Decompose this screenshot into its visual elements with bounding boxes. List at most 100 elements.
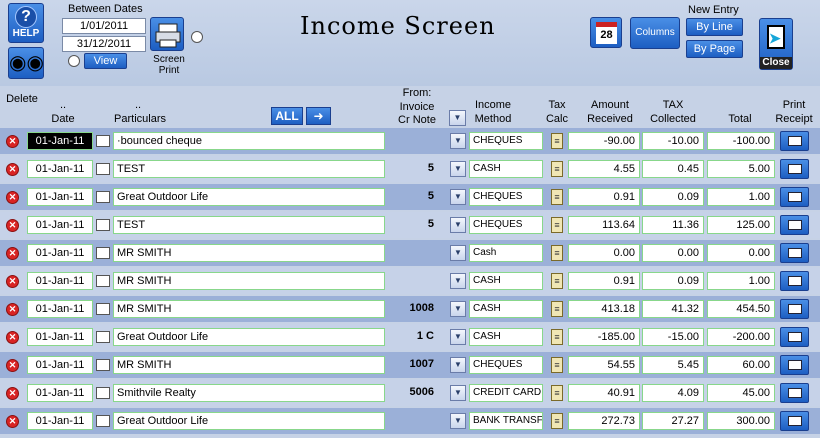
amount-received-field[interactable]: 0.00 [568, 244, 640, 262]
tax-collected-field[interactable]: -15.00 [642, 328, 704, 346]
calculator-icon[interactable]: ≡ [551, 161, 563, 177]
tax-collected-field[interactable]: 5.45 [642, 356, 704, 374]
screen-print-button[interactable] [150, 17, 184, 51]
close-button[interactable]: ➤ Close [759, 18, 793, 70]
calculator-icon[interactable]: ≡ [551, 301, 563, 317]
method-dropdown[interactable]: ▼ [450, 329, 466, 345]
tax-collected-field[interactable]: 11.36 [642, 216, 704, 234]
date-field[interactable]: 01-Jan-11 [27, 272, 93, 290]
total-field[interactable]: 300.00 [707, 412, 775, 430]
method-filter-dropdown[interactable]: ▼ [449, 110, 466, 126]
particulars-field[interactable]: Great Outdoor Life [113, 412, 385, 430]
delete-icon[interactable]: ✕ [6, 275, 19, 288]
amount-received-field[interactable]: 4.55 [568, 160, 640, 178]
income-method-field[interactable]: CHEQUES [469, 188, 543, 206]
method-dropdown[interactable]: ▼ [450, 189, 466, 205]
tax-collected-field[interactable]: 0.00 [642, 244, 704, 262]
calendar-picker-icon[interactable] [96, 387, 110, 399]
amount-received-field[interactable]: 113.64 [568, 216, 640, 234]
total-field[interactable]: 0.00 [707, 244, 775, 262]
income-method-field[interactable]: CASH [469, 272, 543, 290]
print-receipt-button[interactable] [780, 215, 809, 235]
income-method-field[interactable]: CHEQUES [469, 132, 543, 150]
calculator-icon[interactable]: ≡ [551, 217, 563, 233]
print-receipt-button[interactable] [780, 131, 809, 151]
date-field[interactable]: 01-Jan-11 [27, 132, 93, 150]
print-receipt-button[interactable] [780, 327, 809, 347]
tax-collected-field[interactable]: 27.27 [642, 412, 704, 430]
calendar-picker-icon[interactable] [96, 359, 110, 371]
print-receipt-button[interactable] [780, 383, 809, 403]
delete-icon[interactable]: ✕ [6, 359, 19, 372]
date-field[interactable]: 01-Jan-11 [27, 356, 93, 374]
calendar-picker-icon[interactable] [96, 303, 110, 315]
income-method-field[interactable]: Cash [469, 244, 543, 262]
amount-received-field[interactable]: -90.00 [568, 132, 640, 150]
particulars-field[interactable]: MR SMITH [113, 300, 385, 318]
date-field[interactable]: 01-Jan-11 [27, 300, 93, 318]
particulars-field[interactable]: Smithvile Realty [113, 384, 385, 402]
calendar-picker-icon[interactable] [96, 135, 110, 147]
tax-collected-field[interactable]: 0.09 [642, 188, 704, 206]
tax-collected-field[interactable]: 0.09 [642, 272, 704, 290]
col-particulars-sort[interactable]: .. [118, 98, 158, 112]
calculator-icon[interactable]: ≡ [551, 357, 563, 373]
particulars-field[interactable]: MR SMITH [113, 272, 385, 290]
view-radio[interactable] [68, 55, 80, 67]
tax-collected-field[interactable]: -10.00 [642, 132, 704, 150]
delete-icon[interactable]: ✕ [6, 331, 19, 344]
amount-received-field[interactable]: 0.91 [568, 188, 640, 206]
calculator-icon[interactable]: ≡ [551, 245, 563, 261]
print-receipt-button[interactable] [780, 355, 809, 375]
method-dropdown[interactable]: ▼ [450, 133, 466, 149]
delete-icon[interactable]: ✕ [6, 415, 19, 428]
columns-button[interactable]: Columns [630, 17, 680, 49]
particulars-field[interactable]: ·bounced cheque [113, 132, 385, 150]
delete-icon[interactable]: ✕ [6, 135, 19, 148]
calendar-picker-icon[interactable] [96, 163, 110, 175]
total-field[interactable]: 60.00 [707, 356, 775, 374]
calendar-button[interactable]: 28 [590, 17, 622, 48]
delete-icon[interactable]: ✕ [6, 247, 19, 260]
view-button[interactable]: View [84, 53, 127, 69]
calculator-icon[interactable]: ≡ [551, 273, 563, 289]
income-method-field[interactable]: CASH [469, 328, 543, 346]
method-dropdown[interactable]: ▼ [450, 273, 466, 289]
calendar-picker-icon[interactable] [96, 247, 110, 259]
delete-icon[interactable]: ✕ [6, 303, 19, 316]
particulars-field[interactable]: TEST [113, 216, 385, 234]
date-field[interactable]: 01-Jan-11 [27, 412, 93, 430]
tax-collected-field[interactable]: 41.32 [642, 300, 704, 318]
method-dropdown[interactable]: ▼ [450, 161, 466, 177]
help-button[interactable]: ? HELP [8, 3, 44, 43]
print-receipt-button[interactable] [780, 271, 809, 291]
calendar-picker-icon[interactable] [96, 219, 110, 231]
print-receipt-button[interactable] [780, 299, 809, 319]
particulars-field[interactable]: Great Outdoor Life [113, 188, 385, 206]
delete-icon[interactable]: ✕ [6, 387, 19, 400]
income-method-field[interactable]: CASH [469, 160, 543, 178]
calculator-icon[interactable]: ≡ [551, 189, 563, 205]
method-dropdown[interactable]: ▼ [450, 245, 466, 261]
total-field[interactable]: 45.00 [707, 384, 775, 402]
tax-collected-field[interactable]: 0.45 [642, 160, 704, 178]
print-receipt-button[interactable] [780, 243, 809, 263]
print-receipt-button[interactable] [780, 411, 809, 431]
amount-received-field[interactable]: 272.73 [568, 412, 640, 430]
go-button[interactable]: ➜ [306, 107, 331, 125]
method-dropdown[interactable]: ▼ [450, 357, 466, 373]
calendar-picker-icon[interactable] [96, 331, 110, 343]
total-field[interactable]: 1.00 [707, 272, 775, 290]
all-button[interactable]: ALL [271, 107, 303, 125]
income-method-field[interactable]: CHEQUES [469, 356, 543, 374]
print-receipt-button[interactable] [780, 187, 809, 207]
method-dropdown[interactable]: ▼ [450, 413, 466, 429]
delete-icon[interactable]: ✕ [6, 163, 19, 176]
total-field[interactable]: -100.00 [707, 132, 775, 150]
method-dropdown[interactable]: ▼ [450, 217, 466, 233]
calendar-picker-icon[interactable] [96, 191, 110, 203]
date-field[interactable]: 01-Jan-11 [27, 160, 93, 178]
amount-received-field[interactable]: -185.00 [568, 328, 640, 346]
amount-received-field[interactable]: 40.91 [568, 384, 640, 402]
method-dropdown[interactable]: ▼ [450, 301, 466, 317]
